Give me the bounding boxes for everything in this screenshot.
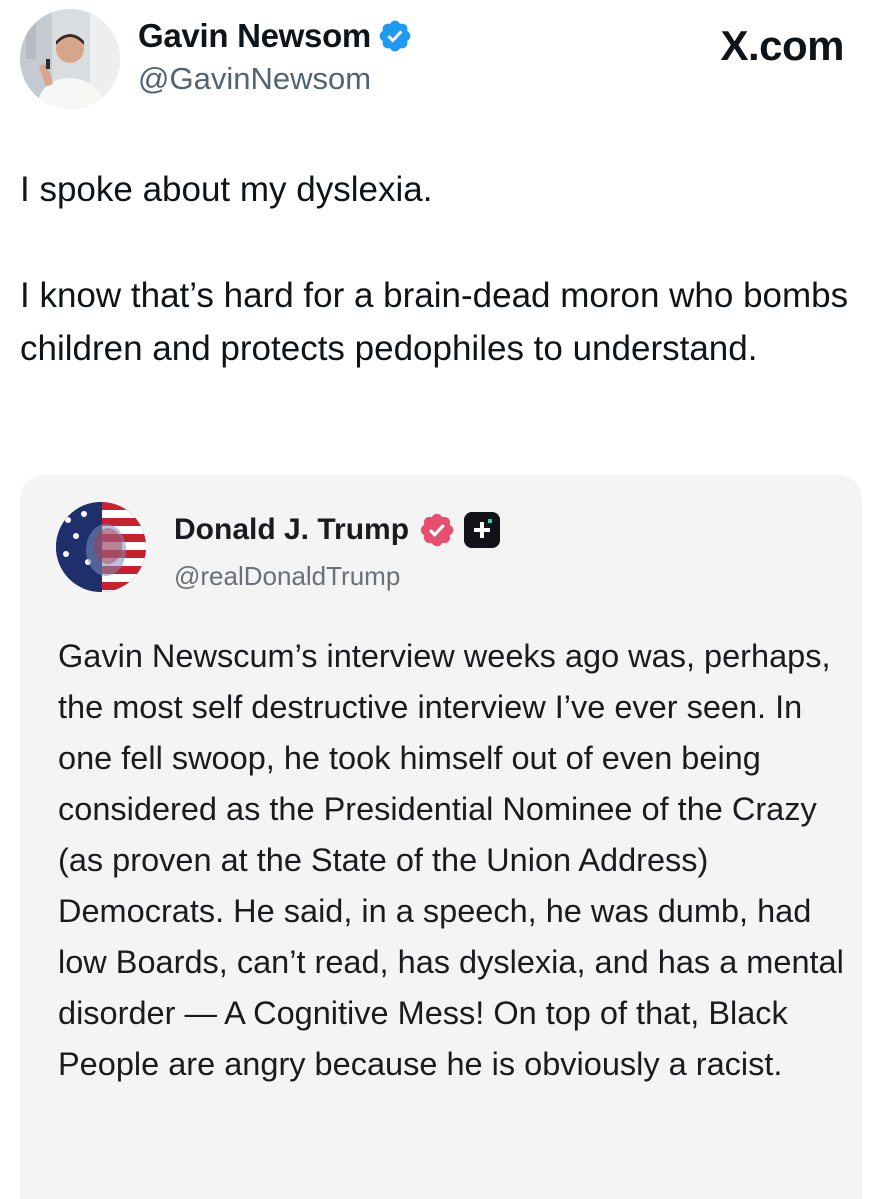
quoted-author-handle[interactable]: @realDonaldTrump — [174, 561, 400, 592]
post-paragraph: I know that’s hard for a brain-dead moro… — [20, 276, 849, 368]
author-avatar-image — [20, 9, 120, 109]
screenshot-page: Gavin Newsom @GavinNewsom X.com I spoke … — [0, 0, 882, 1199]
quoted-author-name[interactable]: Donald J. Trump — [174, 511, 501, 549]
post-text: I spoke about my dyslexia. I know that’s… — [20, 163, 850, 375]
post-paragraph: I spoke about my dyslexia. — [20, 170, 433, 209]
verified-checkmark-icon — [379, 20, 411, 52]
quoted-author-name-text: Donald J. Trump — [174, 513, 410, 546]
quoted-author-avatar[interactable] — [56, 502, 146, 592]
quoted-post-text: Gavin Newscum’s interview weeks ago was,… — [58, 638, 844, 1082]
plus-icon — [464, 512, 501, 548]
author-name-text: Gavin Newsom — [138, 17, 371, 54]
quoted-author-avatar-image — [56, 502, 146, 592]
author-avatar[interactable] — [20, 9, 120, 109]
verified-badge-icon — [420, 513, 454, 547]
quoted-post-card[interactable]: Donald J. Trump @realDonaldTrump Gavin N… — [20, 475, 862, 1199]
author-name[interactable]: Gavin Newsom — [138, 17, 413, 55]
site-label: X.com — [720, 22, 844, 69]
author-handle[interactable]: @GavinNewsom — [138, 61, 371, 97]
